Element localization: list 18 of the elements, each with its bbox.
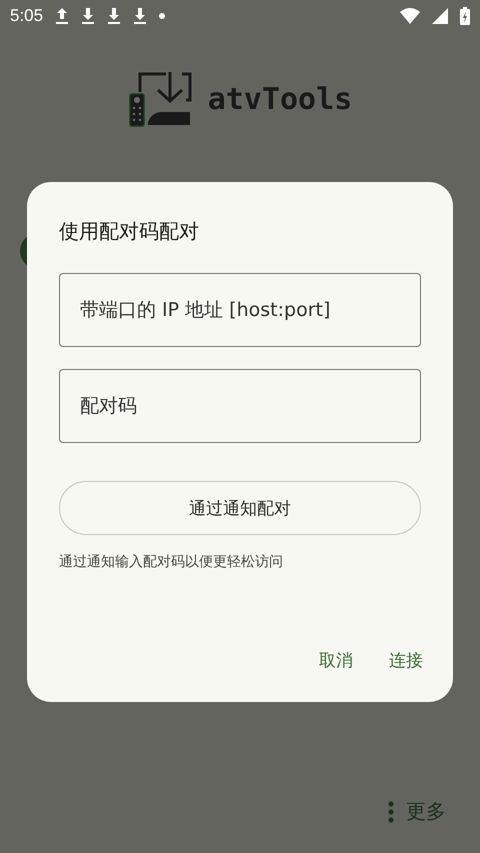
app-title: atvTools bbox=[208, 82, 352, 116]
download-icon bbox=[107, 7, 122, 25]
upload-icon bbox=[55, 7, 70, 25]
input-field[interactable]: 带端口的 IP 地址 [host:port] bbox=[59, 273, 421, 347]
connect-button[interactable]: 连接 bbox=[379, 641, 433, 680]
hint-text: 通过通知输入配对码以便更轻松访问 bbox=[59, 553, 284, 571]
dialog-title: 使用配对码配对 bbox=[59, 218, 200, 245]
notification-dot-icon bbox=[159, 13, 166, 19]
download-icon bbox=[81, 7, 96, 25]
status-time: 5:05 bbox=[10, 6, 44, 26]
more-icon bbox=[388, 800, 394, 822]
signal-icon bbox=[432, 8, 448, 24]
input-field[interactable]: 配对码 bbox=[59, 369, 421, 443]
notify-pair-button[interactable]: 通过通知配对 bbox=[59, 481, 421, 535]
download-icon bbox=[133, 7, 148, 25]
battery-icon bbox=[460, 7, 470, 25]
wifi-icon bbox=[400, 8, 420, 24]
cancel-button[interactable]: 取消 bbox=[309, 641, 363, 680]
